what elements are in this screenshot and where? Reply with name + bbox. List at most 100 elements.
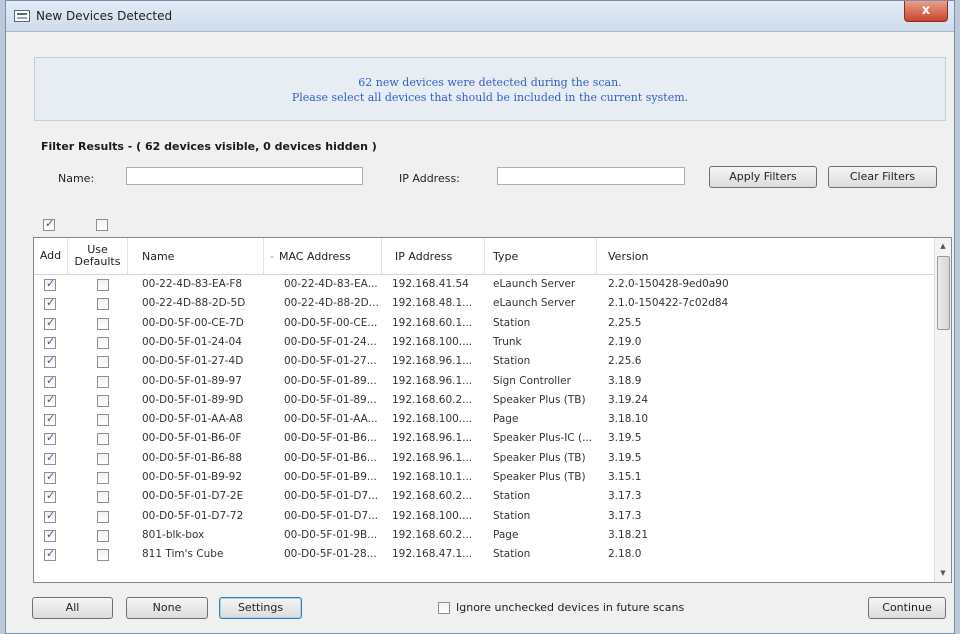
row-add-checkbox[interactable] (44, 335, 56, 349)
devices-table: Add Use Defaults Name - MAC Address IP A… (33, 237, 952, 583)
table-row[interactable]: 00-D0-5F-01-89-97 00-D0-5F-01-89... 192.16… (34, 372, 937, 391)
table-row[interactable]: 00-D0-5F-01-B9-92 00-D0-5F-01-B9... 192.16… (34, 468, 937, 487)
row-type: Speaker Plus (TB) (493, 471, 586, 483)
row-type: Station (493, 548, 531, 561)
row-name: 00-D0-5F-01-24-04 (142, 335, 242, 348)
row-use-defaults-checkbox[interactable] (97, 394, 109, 407)
close-button[interactable]: x (904, 1, 948, 22)
row-mac-address: 00-D0-5F-01-B6... (284, 451, 377, 464)
select-all-button[interactable]: All (32, 597, 113, 619)
row-use-defaults-checkbox[interactable] (97, 414, 109, 427)
table-row[interactable]: 00-D0-5F-01-24-04 00-D0-5F-01-24... 192.16… (34, 333, 937, 352)
scroll-up-icon[interactable]: ▲ (935, 238, 951, 255)
row-name: 811 Tim's Cube (142, 548, 224, 561)
row-type: Station (493, 490, 531, 503)
row-add-checkbox[interactable] (44, 393, 56, 407)
row-use-defaults-checkbox[interactable] (97, 356, 109, 369)
row-name: 00-22-4D-83-EA-F8 (142, 278, 243, 290)
apply-filters-button[interactable]: Apply Filters (709, 166, 817, 188)
name-filter-input[interactable] (126, 167, 363, 185)
table-row[interactable]: 00-D0-5F-01-27-4D 00-D0-5F-01-27... 192.16… (34, 352, 937, 371)
row-version: 3.18.10 (608, 413, 649, 426)
table-scrollbar[interactable]: ▲ ▼ (934, 238, 951, 582)
select-none-button[interactable]: None (126, 597, 208, 619)
table-row[interactable]: 801-blk-box 00-D0-5F-01-9B... 192.168.60.2… (34, 526, 937, 545)
column-header-mac[interactable]: - MAC Address (264, 238, 382, 274)
sort-indicator-icon: - (270, 249, 274, 263)
row-mac-address: 00-D0-5F-01-89... (284, 374, 377, 387)
row-name: 00-D0-5F-00-CE-7D (142, 316, 244, 329)
row-use-defaults-checkbox[interactable] (97, 529, 109, 542)
row-add-checkbox[interactable] (44, 431, 56, 446)
column-header-name[interactable]: Name (128, 238, 264, 274)
table-row[interactable]: 00-D0-5F-01-B6-0F 00-D0-5F-01-B6... 192.16… (34, 429, 937, 448)
row-type: eLaunch Server (493, 278, 576, 290)
row-mac-address: 00-D0-5F-01-89... (284, 393, 377, 406)
column-header-version[interactable]: Version (597, 238, 937, 274)
row-type: eLaunch Server (493, 297, 576, 310)
select-all-add-checkbox[interactable] (43, 217, 55, 231)
table-row[interactable]: 00-D0-5F-01-AA-A8 00-D0-5F-01-AA... 192.16… (34, 410, 937, 429)
row-add-checkbox[interactable] (44, 374, 56, 388)
row-use-defaults-checkbox[interactable] (97, 317, 109, 330)
settings-button[interactable]: Settings (219, 597, 302, 619)
column-header-type[interactable]: Type (485, 238, 597, 274)
row-use-defaults-checkbox[interactable] (97, 336, 109, 349)
column-header-ip[interactable]: IP Address (382, 238, 485, 274)
table-row[interactable]: 00-22-4D-83-EA-F8 00-22-4D-83-EA... 192.16… (34, 275, 937, 294)
row-name: 801-blk-box (142, 528, 205, 541)
row-name: 00-D0-5F-01-B6-88 (142, 451, 243, 464)
row-use-defaults-checkbox[interactable] (97, 279, 109, 291)
row-use-defaults-checkbox[interactable] (97, 433, 109, 446)
row-name: 00-D0-5F-01-B9-92 (142, 471, 243, 483)
row-add-checkbox[interactable] (44, 412, 56, 427)
row-use-defaults-checkbox[interactable] (97, 298, 109, 311)
row-use-defaults-checkbox[interactable] (97, 549, 109, 562)
row-add-checkbox[interactable] (44, 316, 56, 330)
row-mac-address: 00-D0-5F-01-D7... (284, 509, 379, 522)
column-header-add[interactable]: Add (34, 238, 68, 274)
row-mac-address: 00-D0-5F-01-24... (284, 335, 377, 348)
row-mac-address: 00-22-4D-83-EA... (284, 278, 378, 290)
row-add-checkbox[interactable] (44, 528, 56, 542)
table-row[interactable]: 811 Tim's Cube 00-D0-5F-01-28... 192.168.4… (34, 545, 937, 564)
row-type: Station (493, 355, 531, 368)
row-add-checkbox[interactable] (44, 277, 56, 291)
continue-button[interactable]: Continue (868, 597, 946, 619)
scroll-down-icon[interactable]: ▼ (935, 565, 951, 582)
scrollbar-thumb[interactable] (937, 256, 950, 330)
ip-filter-input[interactable] (497, 167, 685, 185)
row-add-checkbox[interactable] (44, 354, 56, 369)
table-row[interactable]: 00-D0-5F-01-D7-72 00-D0-5F-01-D7... 192.16… (34, 507, 937, 526)
row-use-defaults-checkbox[interactable] (97, 452, 109, 465)
select-all-use-defaults-checkbox[interactable] (96, 219, 108, 231)
row-use-defaults-checkbox[interactable] (97, 375, 109, 388)
row-use-defaults-checkbox[interactable] (97, 472, 109, 484)
row-mac-address: 00-D0-5F-01-27... (284, 355, 377, 368)
row-add-checkbox[interactable] (44, 547, 56, 562)
table-row[interactable]: 00-D0-5F-01-B6-88 00-D0-5F-01-B6... 192.16… (34, 449, 937, 468)
row-version: 3.19.5 (608, 451, 642, 464)
ignore-unchecked-checkbox[interactable] (438, 602, 450, 614)
row-add-checkbox[interactable] (44, 451, 56, 465)
ignore-unchecked-label[interactable]: Ignore unchecked devices in future scans (456, 601, 684, 614)
table-row[interactable]: 00-D0-5F-01-D7-2E 00-D0-5F-01-D7... 192.16… (34, 487, 937, 506)
row-use-defaults-checkbox[interactable] (97, 491, 109, 504)
row-mac-address: 00-22-4D-88-2D... (284, 297, 379, 310)
row-version: 2.19.0 (608, 335, 642, 348)
row-add-checkbox[interactable] (44, 509, 56, 523)
clear-filters-button[interactable]: Clear Filters (828, 166, 937, 188)
row-add-checkbox[interactable] (44, 296, 56, 311)
table-row[interactable]: 00-D0-5F-00-CE-7D 00-D0-5F-00-CE... 192.16… (34, 314, 937, 333)
column-header-use-defaults[interactable]: Use Defaults (68, 238, 128, 274)
table-row[interactable]: 00-22-4D-88-2D-5D 00-22-4D-88-2D... 192.16… (34, 294, 937, 313)
row-add-checkbox[interactable] (44, 489, 56, 504)
table-row[interactable]: 00-D0-5F-01-89-9D 00-D0-5F-01-89... 192.16… (34, 391, 937, 410)
row-version: 3.17.3 (608, 509, 642, 522)
row-add-checkbox[interactable] (44, 470, 56, 484)
row-version: 3.17.3 (608, 490, 642, 503)
row-version: 2.2.0-150428-9ed0a90 (608, 278, 729, 290)
row-ip-address: 192.168.60.1... (392, 316, 473, 329)
row-name: 00-D0-5F-01-D7-2E (142, 490, 244, 503)
row-use-defaults-checkbox[interactable] (97, 510, 109, 523)
